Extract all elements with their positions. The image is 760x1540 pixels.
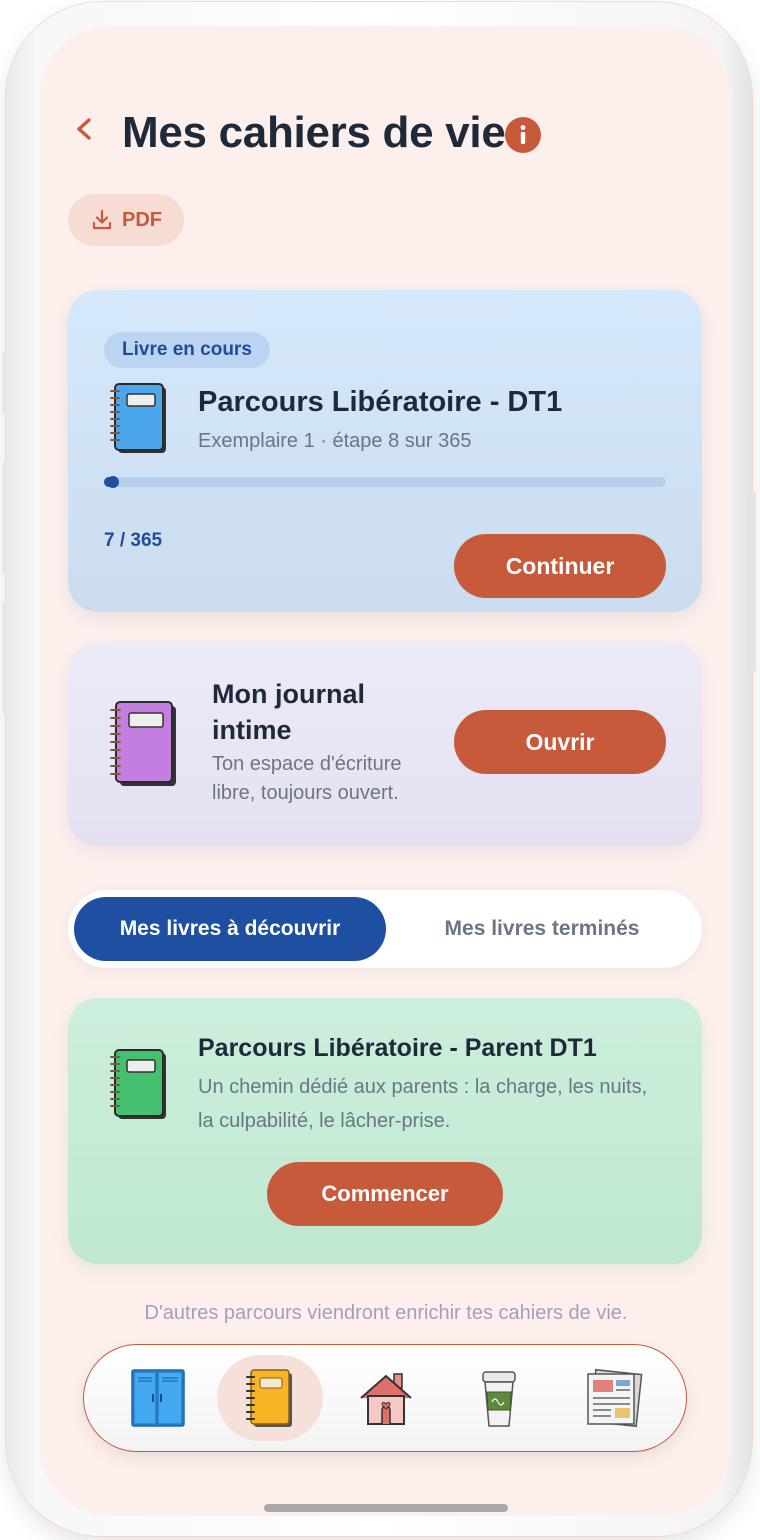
purple-notebook-icon bbox=[110, 701, 176, 786]
notebook-icon bbox=[246, 1369, 292, 1427]
pdf-download-button[interactable]: PDF bbox=[68, 194, 184, 246]
progress-handle bbox=[106, 476, 119, 488]
discover-book-card: Parcours Libératoire - Parent DT1 Un che… bbox=[68, 998, 702, 1264]
current-book-subtitle: Exemplaire 1 · étape 8 sur 365 bbox=[198, 430, 472, 452]
books-tab-bar: Mes livres à découvrir Mes livres termin… bbox=[68, 890, 702, 968]
journal-title: Mon journal intime bbox=[212, 679, 365, 745]
download-icon bbox=[92, 209, 112, 230]
start-button[interactable]: Commencer bbox=[267, 1162, 503, 1226]
current-book-card: Livre en cours Parcours Libératoire - DT… bbox=[68, 290, 702, 612]
volume-up-button bbox=[2, 462, 7, 574]
progress-bar bbox=[104, 476, 666, 488]
bottom-nav bbox=[83, 1344, 687, 1452]
journal-card: Mon journal intime Ton espace d'écriture… bbox=[68, 642, 702, 846]
footer-note: D'autres parcours viendront enrichir tes… bbox=[144, 1302, 628, 1324]
phone-frame: Mes cahiers de vie PDF Livre en cours Pa… bbox=[2, 2, 756, 1536]
power-button bbox=[751, 492, 756, 672]
pdf-label: PDF bbox=[122, 208, 162, 231]
mute-switch bbox=[2, 352, 7, 414]
info-icon[interactable] bbox=[505, 117, 541, 153]
current-book-title: Parcours Libératoire - DT1 bbox=[198, 386, 563, 418]
back-arrow-icon[interactable] bbox=[74, 118, 96, 140]
progress-count: 7 / 365 bbox=[104, 530, 163, 551]
screen: Mes cahiers de vie PDF Livre en cours Pa… bbox=[40, 26, 732, 1516]
open-button[interactable]: Ouvrir bbox=[454, 710, 666, 774]
nav-item-locker[interactable] bbox=[104, 1355, 210, 1441]
page-title: Mes cahiers de vie bbox=[122, 108, 506, 157]
green-notebook-icon bbox=[110, 1049, 166, 1119]
volume-down-button bbox=[2, 602, 7, 714]
journal-subtitle: Ton espace d'écriture libre, toujours ou… bbox=[212, 753, 402, 804]
nav-item-home[interactable] bbox=[333, 1355, 439, 1441]
locker-icon bbox=[131, 1369, 185, 1427]
nav-item-notebooks[interactable] bbox=[217, 1355, 323, 1441]
continue-button[interactable]: Continuer bbox=[454, 534, 666, 598]
nav-item-coffee[interactable] bbox=[446, 1355, 552, 1441]
coffee-cup-icon bbox=[482, 1371, 516, 1427]
tab-finished-books[interactable]: Mes livres terminés bbox=[388, 897, 696, 961]
discover-book-title: Parcours Libératoire - Parent DT1 bbox=[198, 1034, 597, 1062]
house-icon bbox=[360, 1373, 412, 1425]
newspaper-icon bbox=[587, 1368, 643, 1428]
tab-books-to-discover[interactable]: Mes livres à découvrir bbox=[74, 897, 386, 961]
status-badge: Livre en cours bbox=[104, 332, 270, 368]
nav-item-news[interactable] bbox=[560, 1355, 666, 1441]
home-indicator bbox=[264, 1504, 508, 1512]
discover-book-subtitle: Un chemin dédié aux parents : la charge,… bbox=[198, 1076, 648, 1132]
blue-notebook-icon bbox=[110, 383, 166, 453]
